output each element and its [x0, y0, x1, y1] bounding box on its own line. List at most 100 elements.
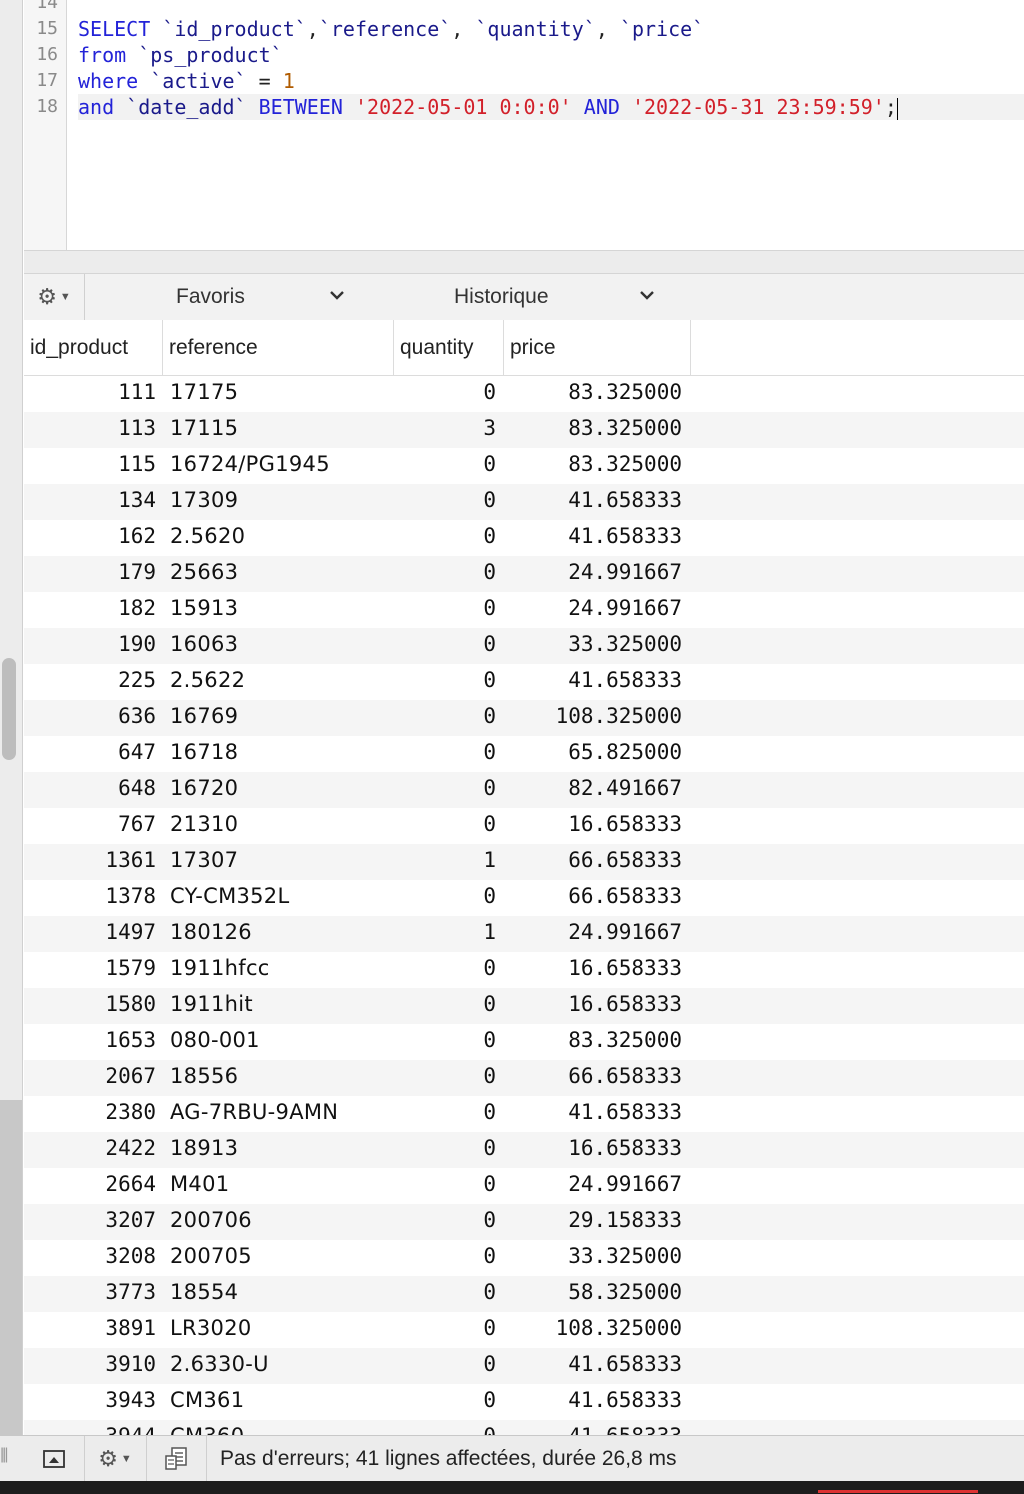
- cell-quantity[interactable]: 0: [394, 628, 496, 661]
- cell-quantity[interactable]: 0: [394, 592, 496, 625]
- cell-price[interactable]: 41.658333: [504, 1096, 682, 1129]
- table-row[interactable]: 3207 200706 0 29.158333: [24, 1204, 1024, 1240]
- table-row[interactable]: 2422 18913 0 16.658333: [24, 1132, 1024, 1168]
- cell-id-product[interactable]: 182: [24, 592, 156, 625]
- table-row[interactable]: 225 2.5622 0 41.658333: [24, 664, 1024, 700]
- history-dropdown[interactable]: Historique: [454, 274, 549, 320]
- cell-price[interactable]: 16.658333: [504, 988, 682, 1021]
- cell-reference[interactable]: 17307: [170, 844, 400, 877]
- cell-id-product[interactable]: 3207: [24, 1204, 156, 1237]
- cell-quantity[interactable]: 0: [394, 1240, 496, 1273]
- cell-quantity[interactable]: 0: [394, 448, 496, 481]
- cell-price[interactable]: 41.658333: [504, 664, 682, 697]
- cell-reference[interactable]: 2.5622: [170, 664, 400, 697]
- cell-reference[interactable]: 180126: [170, 916, 400, 949]
- cell-price[interactable]: 33.325000: [504, 628, 682, 661]
- cell-price[interactable]: 108.325000: [504, 1312, 682, 1345]
- cell-quantity[interactable]: 0: [394, 664, 496, 697]
- table-row[interactable]: 2380 AG-7RBU-9AMN 0 41.658333: [24, 1096, 1024, 1132]
- table-row[interactable]: 648 16720 0 82.491667: [24, 772, 1024, 808]
- cell-price[interactable]: 66.658333: [504, 844, 682, 877]
- cell-id-product[interactable]: 767: [24, 808, 156, 841]
- resize-grip-icon[interactable]: |||: [0, 1446, 18, 1472]
- table-row[interactable]: 3773 18554 0 58.325000: [24, 1276, 1024, 1312]
- cell-price[interactable]: 108.325000: [504, 700, 682, 733]
- table-row[interactable]: 647 16718 0 65.825000: [24, 736, 1024, 772]
- cell-quantity[interactable]: 0: [394, 1384, 496, 1417]
- cell-quantity[interactable]: 0: [394, 1060, 496, 1093]
- code-line[interactable]: and `date_add` BETWEEN '2022-05-01 0:0:0…: [78, 94, 1024, 120]
- cell-price[interactable]: 41.658333: [504, 1348, 682, 1381]
- cell-reference[interactable]: 1911hfcc: [170, 952, 400, 985]
- cell-quantity[interactable]: 0: [394, 376, 496, 409]
- cell-quantity[interactable]: 0: [394, 1132, 496, 1165]
- cell-price[interactable]: 24.991667: [504, 1168, 682, 1201]
- favorites-dropdown[interactable]: Favoris: [176, 274, 245, 320]
- cell-reference[interactable]: 16063: [170, 628, 400, 661]
- code-line[interactable]: where `active` = 1: [78, 68, 1024, 94]
- cell-price[interactable]: 82.491667: [504, 772, 682, 805]
- cell-id-product[interactable]: 1361: [24, 844, 156, 877]
- cell-quantity[interactable]: 0: [394, 808, 496, 841]
- cell-id-product[interactable]: 1653: [24, 1024, 156, 1057]
- cell-price[interactable]: 66.658333: [504, 880, 682, 913]
- cell-price[interactable]: 83.325000: [504, 376, 682, 409]
- cell-quantity[interactable]: 1: [394, 844, 496, 877]
- cell-price[interactable]: 65.825000: [504, 736, 682, 769]
- cell-price[interactable]: 41.658333: [504, 484, 682, 517]
- cell-reference[interactable]: 2.6330-U: [170, 1348, 400, 1381]
- cell-id-product[interactable]: 3943: [24, 1384, 156, 1417]
- cell-quantity[interactable]: 0: [394, 736, 496, 769]
- cell-reference[interactable]: 16720: [170, 772, 400, 805]
- code-line[interactable]: SELECT `id_product`,`reference`, `quanti…: [78, 16, 1024, 42]
- cell-price[interactable]: 66.658333: [504, 1060, 682, 1093]
- table-row[interactable]: 190 16063 0 33.325000: [24, 628, 1024, 664]
- sql-editor[interactable]: 14 15 16 17 18 SELECT `id_product`,`refe…: [24, 0, 1024, 250]
- cell-id-product[interactable]: 179: [24, 556, 156, 589]
- cell-id-product[interactable]: 3773: [24, 1276, 156, 1309]
- cell-quantity[interactable]: 0: [394, 1024, 496, 1057]
- cell-id-product[interactable]: 2664: [24, 1168, 156, 1201]
- gear-menu-button[interactable]: ⚙ ▼: [24, 274, 85, 320]
- cell-reference[interactable]: M401: [170, 1168, 400, 1201]
- cell-id-product[interactable]: 111: [24, 376, 156, 409]
- cell-price[interactable]: 41.658333: [504, 1420, 682, 1435]
- chevron-down-icon[interactable]: [328, 285, 346, 305]
- code-line[interactable]: from `ps_product`: [78, 42, 1024, 68]
- column-header-reference[interactable]: reference: [163, 320, 394, 375]
- cell-price[interactable]: 24.991667: [504, 556, 682, 589]
- cell-quantity[interactable]: 0: [394, 520, 496, 553]
- cell-quantity[interactable]: 0: [394, 1276, 496, 1309]
- table-row[interactable]: 3910 2.6330-U 0 41.658333: [24, 1348, 1024, 1384]
- cell-price[interactable]: 29.158333: [504, 1204, 682, 1237]
- cell-quantity[interactable]: 0: [394, 484, 496, 517]
- results-grid[interactable]: 111 17175 0 83.325000 113 17115 3 83.325000 115 1…: [24, 376, 1024, 1435]
- cell-quantity[interactable]: 0: [394, 952, 496, 985]
- cell-price[interactable]: 41.658333: [504, 520, 682, 553]
- cell-quantity[interactable]: 0: [394, 1096, 496, 1129]
- cell-price[interactable]: 24.991667: [504, 916, 682, 949]
- cell-id-product[interactable]: 134: [24, 484, 156, 517]
- cell-reference[interactable]: CM360: [170, 1420, 400, 1435]
- cell-price[interactable]: 16.658333: [504, 952, 682, 985]
- cell-price[interactable]: 58.325000: [504, 1276, 682, 1309]
- cell-reference[interactable]: 15913: [170, 592, 400, 625]
- cell-reference[interactable]: 17115: [170, 412, 400, 445]
- cell-reference[interactable]: 17175: [170, 376, 400, 409]
- cell-quantity[interactable]: 0: [394, 1204, 496, 1237]
- cell-reference[interactable]: 200705: [170, 1240, 400, 1273]
- column-header-quantity[interactable]: quantity: [394, 320, 504, 375]
- table-row[interactable]: 767 21310 0 16.658333: [24, 808, 1024, 844]
- table-row[interactable]: 1580 1911hit 0 16.658333: [24, 988, 1024, 1024]
- chevron-down-icon[interactable]: [638, 285, 656, 305]
- cell-id-product[interactable]: 190: [24, 628, 156, 661]
- cell-quantity[interactable]: 0: [394, 1348, 496, 1381]
- table-row[interactable]: 111 17175 0 83.325000: [24, 376, 1024, 412]
- cell-reference[interactable]: AG-7RBU-9AMN: [170, 1096, 400, 1129]
- split-divider[interactable]: [24, 250, 1024, 273]
- cell-reference[interactable]: CY-CM352L: [170, 880, 400, 913]
- cell-quantity[interactable]: 0: [394, 772, 496, 805]
- cell-reference[interactable]: 200706: [170, 1204, 400, 1237]
- cell-id-product[interactable]: 113: [24, 412, 156, 445]
- cell-id-product[interactable]: 115: [24, 448, 156, 481]
